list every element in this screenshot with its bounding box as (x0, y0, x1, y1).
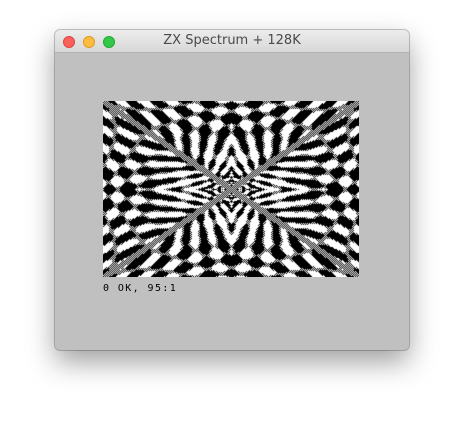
window-title: ZX Spectrum + 128K (163, 33, 301, 48)
title-bar[interactable]: ZX Spectrum + 128K (55, 30, 409, 53)
status-line: 0 OK, 95:1 (103, 283, 178, 294)
spectrum-border: 0 OK, 95:1 (55, 53, 409, 350)
emulator-window: ZX Spectrum + 128K 0 OK, 95:1 (55, 30, 409, 350)
spectrum-display[interactable] (103, 101, 359, 277)
